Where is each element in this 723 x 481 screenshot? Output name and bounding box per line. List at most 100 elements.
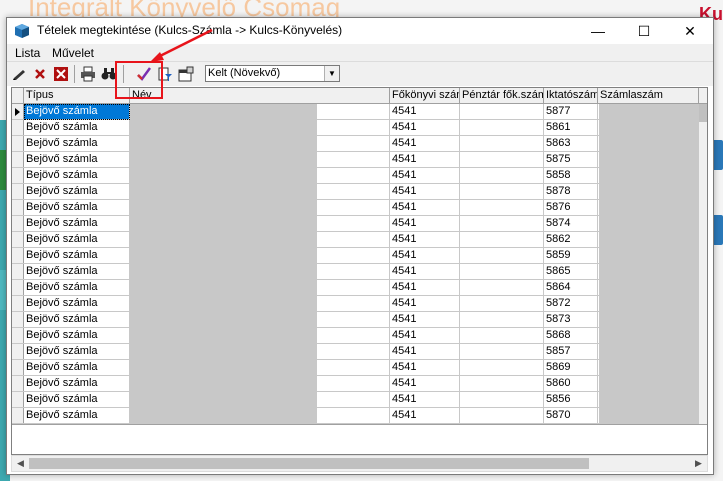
cell-iktatoszam[interactable]: 5874 bbox=[544, 216, 598, 232]
cell-fokonyvi-szam[interactable]: 4541 bbox=[390, 376, 460, 392]
cell-fokonyvi-szam[interactable]: 4541 bbox=[390, 360, 460, 376]
cell-penztar-fokszam[interactable] bbox=[460, 312, 544, 328]
cell-fokonyvi-szam[interactable]: 4541 bbox=[390, 104, 460, 120]
cell-penztar-fokszam[interactable] bbox=[460, 232, 544, 248]
print-icon[interactable] bbox=[79, 65, 97, 83]
row-indicator[interactable] bbox=[12, 296, 24, 312]
cell-tipus[interactable]: Bejövő számla bbox=[24, 136, 130, 152]
row-indicator[interactable] bbox=[12, 328, 24, 344]
cell-iktatoszam[interactable]: 5863 bbox=[544, 136, 598, 152]
cell-tipus[interactable]: Bejövő számla bbox=[24, 280, 130, 296]
cell-tipus[interactable]: Bejövő számla bbox=[24, 408, 130, 424]
cell-fokonyvi-szam[interactable]: 4541 bbox=[390, 152, 460, 168]
cell-fokonyvi-szam[interactable]: 4541 bbox=[390, 168, 460, 184]
cell-penztar-fokszam[interactable] bbox=[460, 264, 544, 280]
cell-fokonyvi-szam[interactable]: 4541 bbox=[390, 136, 460, 152]
cell-tipus[interactable]: Bejövő számla bbox=[24, 392, 130, 408]
column-header-iktatoszam[interactable]: Iktatószám bbox=[544, 88, 598, 104]
vertical-scrollbar-thumb[interactable] bbox=[699, 104, 707, 122]
table-row[interactable]: Bejövő számla 4541 5868 bbox=[24, 328, 699, 344]
cell-fokonyvi-szam[interactable]: 4541 bbox=[390, 216, 460, 232]
cell-penztar-fokszam[interactable] bbox=[460, 296, 544, 312]
cell-penztar-fokszam[interactable] bbox=[460, 392, 544, 408]
cell-iktatoszam[interactable]: 5860 bbox=[544, 376, 598, 392]
delete-red-icon[interactable] bbox=[52, 65, 70, 83]
cell-tipus[interactable]: Bejövő számla bbox=[24, 104, 130, 120]
row-indicator[interactable] bbox=[12, 216, 24, 232]
cell-fokonyvi-szam[interactable]: 4541 bbox=[390, 344, 460, 360]
horizontal-scrollbar[interactable]: ◀ ▶ bbox=[11, 455, 708, 472]
cell-penztar-fokszam[interactable] bbox=[460, 104, 544, 120]
delete-x-icon[interactable] bbox=[31, 65, 49, 83]
table-row[interactable]: Bejövő számla 4541 5857 bbox=[24, 344, 699, 360]
cell-tipus[interactable]: Bejövő számla bbox=[24, 360, 130, 376]
table-row[interactable]: Bejövő számla 4541 5863 bbox=[24, 136, 699, 152]
maximize-button[interactable]: ☐ bbox=[621, 18, 667, 44]
cell-fokonyvi-szam[interactable]: 4541 bbox=[390, 328, 460, 344]
row-indicator[interactable] bbox=[12, 360, 24, 376]
scroll-right-icon[interactable]: ▶ bbox=[690, 456, 707, 471]
cell-penztar-fokszam[interactable] bbox=[460, 360, 544, 376]
cell-penztar-fokszam[interactable] bbox=[460, 136, 544, 152]
cell-tipus[interactable]: Bejövő számla bbox=[24, 168, 130, 184]
cell-fokonyvi-szam[interactable]: 4541 bbox=[390, 184, 460, 200]
cell-iktatoszam[interactable]: 5868 bbox=[544, 328, 598, 344]
cell-tipus[interactable]: Bejövő számla bbox=[24, 376, 130, 392]
cell-iktatoszam[interactable]: 5856 bbox=[544, 392, 598, 408]
cell-fokonyvi-szam[interactable]: 4541 bbox=[390, 248, 460, 264]
row-indicator[interactable] bbox=[12, 152, 24, 168]
cell-penztar-fokszam[interactable] bbox=[460, 344, 544, 360]
cell-fokonyvi-szam[interactable]: 4541 bbox=[390, 200, 460, 216]
table-row[interactable]: Bejövő számla 4541 5869 bbox=[24, 360, 699, 376]
cell-fokonyvi-szam[interactable]: 4541 bbox=[390, 232, 460, 248]
cell-fokonyvi-szam[interactable]: 4541 bbox=[390, 312, 460, 328]
cell-iktatoszam[interactable]: 5864 bbox=[544, 280, 598, 296]
table-row[interactable]: Bejövő számla 4541 5856 bbox=[24, 392, 699, 408]
row-indicator[interactable] bbox=[12, 376, 24, 392]
cell-fokonyvi-szam[interactable]: 4541 bbox=[390, 280, 460, 296]
cell-penztar-fokszam[interactable] bbox=[460, 120, 544, 136]
cell-penztar-fokszam[interactable] bbox=[460, 168, 544, 184]
table-row[interactable]: Bejövő számla 4541 5873 bbox=[24, 312, 699, 328]
table-row[interactable]: Bejövő számla 4541 5864 bbox=[24, 280, 699, 296]
table-row[interactable]: Bejövő számla 4541 5876 bbox=[24, 200, 699, 216]
row-indicator[interactable] bbox=[12, 408, 24, 424]
cell-iktatoszam[interactable]: 5870 bbox=[544, 408, 598, 424]
window-titlebar[interactable]: Tételek megtekintése (Kulcs-Számla -> Ku… bbox=[7, 18, 713, 44]
menu-muvelet[interactable]: Művelet bbox=[52, 46, 94, 60]
cell-penztar-fokszam[interactable] bbox=[460, 248, 544, 264]
row-indicator[interactable] bbox=[12, 280, 24, 296]
cell-iktatoszam[interactable]: 5861 bbox=[544, 120, 598, 136]
row-indicator[interactable] bbox=[12, 248, 24, 264]
row-indicator[interactable] bbox=[12, 200, 24, 216]
sort-order-select[interactable]: Kelt (Növekvő) ▼ bbox=[205, 65, 340, 82]
row-indicator[interactable] bbox=[12, 168, 24, 184]
chevron-down-icon[interactable]: ▼ bbox=[324, 66, 339, 81]
table-row[interactable]: Bejövő számla 4541 5878 bbox=[24, 184, 699, 200]
current-row-indicator[interactable] bbox=[12, 104, 24, 120]
cell-iktatoszam[interactable]: 5865 bbox=[544, 264, 598, 280]
cell-fokonyvi-szam[interactable]: 4541 bbox=[390, 408, 460, 424]
cell-penztar-fokszam[interactable] bbox=[460, 200, 544, 216]
cell-tipus[interactable]: Bejövő számla bbox=[24, 232, 130, 248]
cell-fokonyvi-szam[interactable]: 4541 bbox=[390, 264, 460, 280]
table-row[interactable]: Bejövő számla 4541 5861 bbox=[24, 120, 699, 136]
table-row[interactable]: Bejövő számla 4541 5877 bbox=[24, 104, 699, 120]
row-indicator[interactable] bbox=[12, 120, 24, 136]
column-header-fokonyvi-szam[interactable]: Főkönyvi szám bbox=[390, 88, 460, 104]
cell-iktatoszam[interactable]: 5878 bbox=[544, 184, 598, 200]
table-row[interactable]: Bejövő számla 4541 5865 bbox=[24, 264, 699, 280]
cell-iktatoszam[interactable]: 5869 bbox=[544, 360, 598, 376]
column-header-penztar-fokszam[interactable]: Pénztár fők.szám bbox=[460, 88, 544, 104]
cell-fokonyvi-szam[interactable]: 4541 bbox=[390, 296, 460, 312]
cell-tipus[interactable]: Bejövő számla bbox=[24, 312, 130, 328]
table-row[interactable]: Bejövő számla 4541 5858 bbox=[24, 168, 699, 184]
scroll-left-icon[interactable]: ◀ bbox=[12, 456, 29, 471]
cell-fokonyvi-szam[interactable]: 4541 bbox=[390, 392, 460, 408]
horizontal-scrollbar-thumb[interactable] bbox=[29, 458, 589, 469]
edit-pen-icon[interactable] bbox=[11, 65, 29, 83]
cell-fokonyvi-szam[interactable]: 4541 bbox=[390, 120, 460, 136]
cell-penztar-fokszam[interactable] bbox=[460, 376, 544, 392]
table-row[interactable]: Bejövő számla 4541 5859 bbox=[24, 248, 699, 264]
column-header-nev[interactable]: Név bbox=[130, 88, 390, 104]
